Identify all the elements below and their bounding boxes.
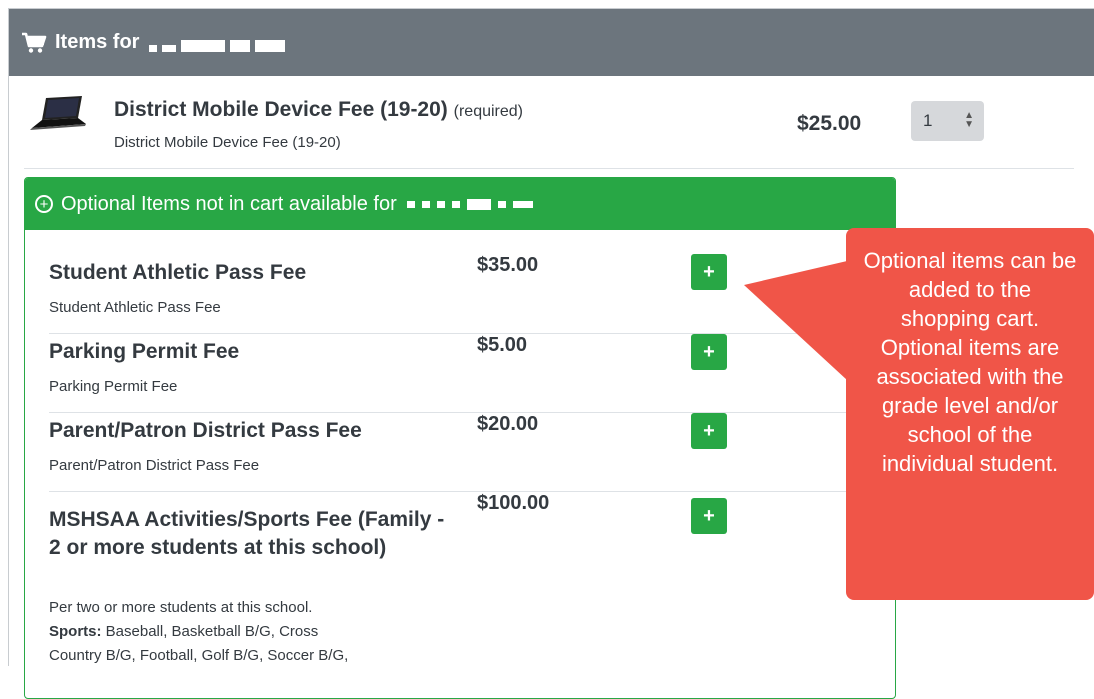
optional-item-price: $100.00 xyxy=(477,492,550,514)
optional-item-row: Parking Permit Fee Parking Permit Fee $5… xyxy=(49,334,849,413)
annotation-callout: Optional items can be added to the shopp… xyxy=(846,228,1094,600)
sports-text: Baseball, Basketball B/G, Cross xyxy=(101,623,319,640)
quantity-value: 1 xyxy=(923,111,933,130)
optional-item-row: Student Athletic Pass Fee Student Athlet… xyxy=(49,254,849,334)
plus-circle-icon: + xyxy=(35,195,53,213)
add-item-button[interactable]: + xyxy=(691,413,727,449)
optional-item-description: Parking Permit Fee xyxy=(49,378,178,395)
plus-icon: + xyxy=(703,504,715,527)
plus-icon: + xyxy=(703,260,715,283)
select-arrows-icon: ▲ ▼ xyxy=(964,110,974,130)
sports-line: Sports: Baseball, Basketball B/G, Cross xyxy=(49,620,469,644)
add-item-button[interactable]: + xyxy=(691,254,727,290)
sports-label: Sports: xyxy=(49,623,102,640)
cart-icon xyxy=(22,32,47,53)
required-item-name: District Mobile Device Fee (19-20) xyxy=(114,98,448,121)
required-item-price: $25.00 xyxy=(797,112,862,135)
optional-item-price: $5.00 xyxy=(477,334,528,356)
plus-icon: + xyxy=(703,340,715,363)
redacted-student-name xyxy=(406,198,533,210)
panel-header: Items for xyxy=(9,9,1094,76)
laptop-image xyxy=(30,96,86,130)
optional-item-description: Per two or more students at this school.… xyxy=(49,596,469,668)
optional-item-description: Parent/Patron District Pass Fee xyxy=(49,457,260,474)
required-tag: (required) xyxy=(453,103,523,120)
add-item-button[interactable]: + xyxy=(691,498,727,534)
optional-items-box: + Optional Items not in cart available f… xyxy=(24,177,896,699)
optional-item-name: Parent/Patron District Pass Fee xyxy=(49,419,362,442)
optional-item-row: Parent/Patron District Pass Fee Parent/P… xyxy=(49,413,849,492)
required-item-description: District Mobile Device Fee (19-20) xyxy=(114,134,341,151)
redacted-student-name xyxy=(149,34,286,52)
required-item-row: District Mobile Device Fee (19-20) (requ… xyxy=(24,90,1074,169)
optional-item-name: Student Athletic Pass Fee xyxy=(49,261,307,284)
required-item-title: District Mobile Device Fee (19-20) (requ… xyxy=(114,98,523,122)
sports-line-2: Country B/G, Football, Golf B/G, Soccer … xyxy=(49,647,349,664)
quantity-select[interactable]: 1 ▲ ▼ xyxy=(911,101,984,141)
description-line: Per two or more students at this school. xyxy=(49,599,313,616)
optional-item-name: Parking Permit Fee xyxy=(49,340,240,363)
optional-item-description: Student Athletic Pass Fee xyxy=(49,299,221,316)
optional-item-price: $20.00 xyxy=(477,413,539,435)
optional-items-header[interactable]: + Optional Items not in cart available f… xyxy=(25,178,895,230)
optional-item-price: $35.00 xyxy=(477,254,539,276)
panel-title: Items for xyxy=(55,31,140,53)
add-item-button[interactable]: + xyxy=(691,334,727,370)
optional-header-text: Optional Items not in cart available for xyxy=(61,192,397,215)
optional-item-name: MSHSAA Activities/Sports Fee (Family - 2… xyxy=(49,508,445,559)
plus-icon: + xyxy=(703,419,715,442)
